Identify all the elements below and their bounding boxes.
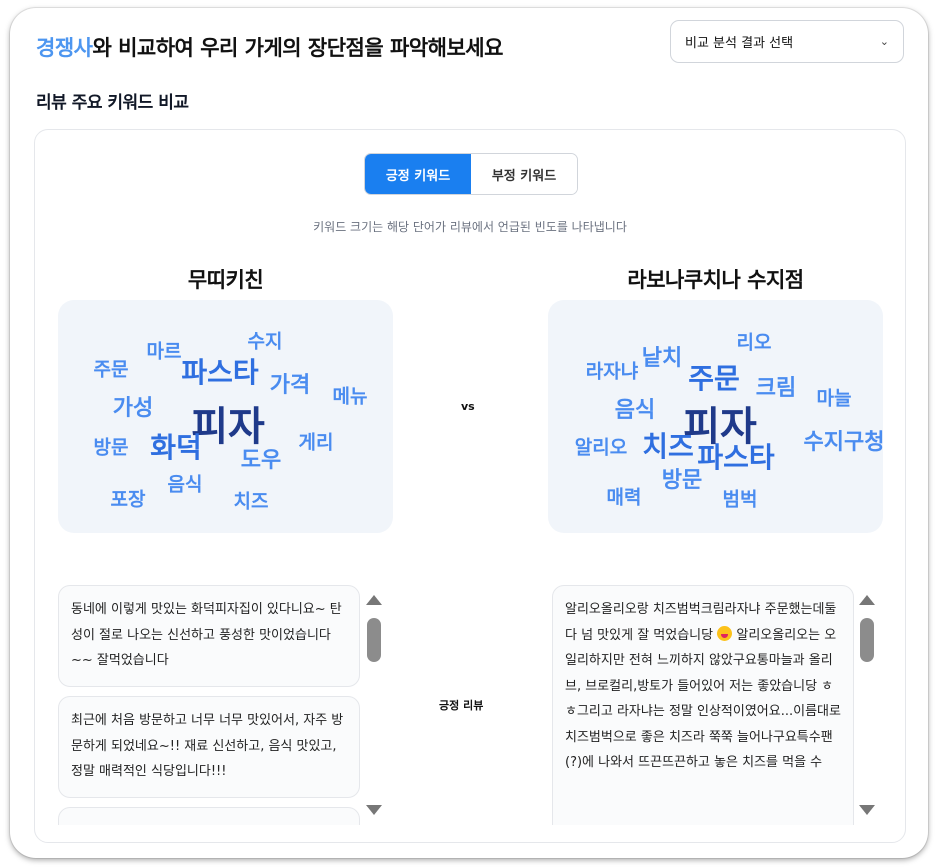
review-card: 동네에 이렇게 맛있는 화덕피자집이 있다니요~ 탄성이 절로 나오는 신선하고… <box>58 585 360 687</box>
keyword-right: 마늘 <box>816 387 852 410</box>
scroll-down-arrow-icon[interactable] <box>366 805 382 815</box>
right-review-scrollbar[interactable] <box>855 585 879 825</box>
section-title: 리뷰 주요 키워드 비교 <box>36 93 189 113</box>
headline-text: 와 비교하여 우리 가게의 장단점을 파악해보세요 <box>92 36 503 60</box>
scroll-up-arrow-icon[interactable] <box>859 595 875 605</box>
keyword-left: 음식 <box>167 473 203 496</box>
keyword-left: 가성 <box>112 396 154 421</box>
keyword-left: 화덕 <box>150 431 202 464</box>
keyword-left: 주문 <box>93 358 129 381</box>
keyword-right: 알리오 <box>574 436 628 459</box>
select-label: 비교 분석 결과 선택 <box>685 36 794 51</box>
keyword-left: 피자 <box>191 404 265 450</box>
left-shop-name: 무띠키친 <box>187 268 264 292</box>
keyword-left: 게리 <box>298 431 334 454</box>
right-review-list: 알리오올리오랑 치즈범벅크림라자냐 주문했는데둘다 넘 맛있게 잘 먹었습니당 … <box>552 585 854 825</box>
analysis-result-select[interactable]: 비교 분석 결과 선택 ⌄ <box>670 20 904 63</box>
right-shop-name: 라보나쿠치나 수지점 <box>627 268 804 292</box>
keyword-right: 수지구청 <box>803 430 885 455</box>
app-window: 경쟁사와 비교하여 우리 가게의 장단점을 파악해보세요 비교 분석 결과 선택… <box>10 8 928 858</box>
smiling-face-icon <box>717 625 733 641</box>
positive-keywords-button[interactable]: 긍정 키워드 <box>365 154 471 194</box>
keyword-size-note: 키워드 크기는 해당 단어가 리뷰에서 언급된 빈도를 나타냅니다 <box>313 220 627 234</box>
keyword-left: 도우 <box>240 448 282 473</box>
right-word-cloud: 피자 주문 치즈 파스타 음식 크림 낱치 리오 라자냐 마늘 알리오 수지구청 방문 매력 범벅 <box>548 300 885 533</box>
keyword-right: 크림 <box>755 376 797 401</box>
scroll-up-arrow-icon[interactable] <box>366 595 382 605</box>
keyword-left: 메뉴 <box>332 385 368 408</box>
keyword-right: 범벅 <box>722 488 758 511</box>
scroll-down-arrow-icon[interactable] <box>859 805 875 815</box>
keyword-left: 수지 <box>247 330 283 353</box>
scroll-thumb[interactable] <box>367 618 381 662</box>
chevron-down-icon: ⌄ <box>879 35 889 48</box>
keyword-right: 치즈 <box>642 430 694 463</box>
keyword-right: 주문 <box>688 362 740 395</box>
keyword-right: 파스타 <box>697 441 775 474</box>
keyword-left: 파스타 <box>181 356 259 389</box>
vs-label: vs <box>461 400 475 413</box>
keyword-left: 가격 <box>269 373 311 398</box>
keyword-left: 포장 <box>110 488 146 511</box>
page-headline: 경쟁사와 비교하여 우리 가게의 장단점을 파악해보세요 <box>36 32 503 62</box>
keyword-comparison-card: 긍정 키워드 부정 키워드 키워드 크기는 해당 단어가 리뷰에서 언급된 빈도… <box>34 129 906 843</box>
keyword-right: 리오 <box>736 331 772 354</box>
left-review-list: 동네에 이렇게 맛있는 화덕피자집이 있다니요~ 탄성이 절로 나오는 신선하고… <box>58 585 360 825</box>
scroll-thumb[interactable] <box>860 618 874 662</box>
keyword-type-toggle: 긍정 키워드 부정 키워드 <box>364 153 578 195</box>
negative-keywords-button[interactable]: 부정 키워드 <box>471 154 577 194</box>
keyword-left: 치즈 <box>233 490 269 513</box>
headline-accent: 경쟁사 <box>36 36 93 60</box>
left-word-cloud: 피자 화덕 파스타가격가성도우 마르 수지주문메뉴방문 게리음식포장 치즈 <box>58 300 393 533</box>
keyword-right: 매력 <box>606 486 642 509</box>
keyword-left: 방문 <box>93 436 129 459</box>
keyword-left: 마르 <box>146 340 182 363</box>
keyword-right: 라자냐 <box>585 360 639 383</box>
positive-review-label: 긍정 리뷰 <box>439 699 484 712</box>
left-review-scrollbar[interactable] <box>362 585 386 825</box>
keyword-right: 낱치 <box>641 346 683 371</box>
review-text-part: 알리오올리오는 오일리하지만 전혀 느끼하지 않았구요통마늘과 올리브, 브로컬… <box>565 627 841 771</box>
review-card: 알리오올리오랑 치즈범벅크림라자냐 주문했는데둘다 넘 맛있게 잘 먹었습니당 … <box>552 585 854 825</box>
keyword-right: 방문 <box>661 468 703 493</box>
review-card: 최근에 처음 방문하고 너무 너무 맛있어서, 자주 방문하게 되었네요~!! … <box>58 696 360 798</box>
keyword-right: 음식 <box>614 398 656 423</box>
review-card <box>58 807 360 825</box>
